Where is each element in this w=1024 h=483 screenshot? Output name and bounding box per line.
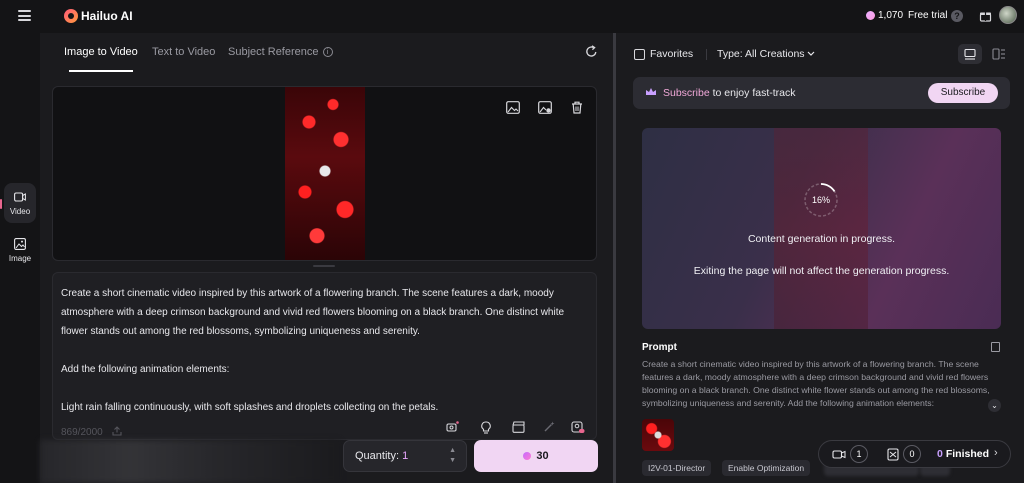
- share-icon[interactable]: [111, 426, 122, 436]
- replace-image-icon[interactable]: [506, 101, 520, 114]
- task-status-bar[interactable]: 1 0 0 Finished ›: [818, 440, 1011, 468]
- list-view-button[interactable]: [958, 44, 982, 64]
- divider: [706, 49, 707, 60]
- clapperboard-icon[interactable]: [512, 421, 525, 433]
- blurred-footer: [40, 440, 340, 483]
- optimization-chip: Enable Optimization: [722, 460, 811, 476]
- banner-rest: to enjoy fast-track: [709, 87, 796, 99]
- video-queue-icon: [832, 450, 846, 459]
- waiting-count: 0: [903, 445, 921, 463]
- generation-preview[interactable]: 16% Content generation in progress. Exit…: [642, 128, 1001, 329]
- preview-image: [774, 128, 868, 329]
- refresh-icon[interactable]: [585, 45, 598, 58]
- subscribe-button[interactable]: Subscribe: [928, 83, 998, 103]
- progress-percent: 16%: [811, 195, 830, 205]
- logo-icon: [64, 9, 78, 23]
- prompt-heading: Prompt: [642, 342, 677, 353]
- edit-image-icon[interactable]: [538, 101, 552, 114]
- prompt-input[interactable]: Create a short cinematic video inspired …: [52, 272, 597, 440]
- gift-icon[interactable]: [979, 9, 992, 22]
- grid-view-icon: [992, 48, 1005, 60]
- favorites-checkbox[interactable]: [634, 49, 645, 60]
- chevron-down-icon: [808, 51, 815, 56]
- sidebar-item-label: Image: [8, 254, 32, 263]
- sidebar-item-label: Video: [9, 207, 31, 216]
- chevron-right-icon[interactable]: ›: [994, 447, 998, 459]
- avatar[interactable]: [999, 6, 1017, 24]
- favorites-label[interactable]: Favorites: [650, 48, 693, 60]
- menu-icon[interactable]: [18, 10, 31, 21]
- char-count: 869/2000: [61, 426, 122, 438]
- free-trial-link[interactable]: Free trial: [908, 10, 947, 21]
- expand-icon[interactable]: ⌄: [988, 399, 1001, 412]
- character-icon[interactable]: [571, 421, 585, 434]
- generate-button[interactable]: 30: [474, 440, 598, 472]
- reference-image-box[interactable]: [52, 86, 597, 261]
- finished-summary: 0 Finished: [937, 448, 989, 460]
- copy-icon[interactable]: [991, 342, 1000, 352]
- magic-wand-icon[interactable]: [543, 421, 555, 433]
- camera-movement-icon[interactable]: [446, 421, 459, 434]
- video-icon: [14, 192, 26, 202]
- progress-note: Exiting the page will not affect the gen…: [693, 265, 950, 277]
- list-view-icon: [964, 48, 976, 60]
- reference-image: [285, 87, 365, 260]
- resize-handle[interactable]: [313, 265, 335, 267]
- type-dropdown[interactable]: Type: All Creations: [717, 48, 815, 60]
- sidebar-item-video[interactable]: Video: [4, 183, 36, 223]
- lightbulb-icon[interactable]: [480, 421, 492, 434]
- active-indicator: [0, 199, 2, 209]
- model-chip: I2V-01-Director: [642, 460, 712, 476]
- char-count-value: 869/2000: [61, 427, 103, 438]
- delete-icon[interactable]: [571, 101, 583, 114]
- generate-cost: 30: [536, 450, 549, 462]
- chevron-down-icon[interactable]: ▼: [449, 457, 456, 464]
- finished-label: Finished: [945, 448, 990, 460]
- credits-icon: [523, 452, 532, 460]
- finished-count: 0: [937, 448, 943, 460]
- quantity-value: 1: [402, 450, 409, 462]
- source-thumbnail[interactable]: [642, 419, 674, 451]
- brand-name: Hailuo AI: [81, 9, 133, 23]
- banner-text: Subscribe to enjoy fast-track: [663, 87, 796, 99]
- prompt-preview: Create a short cinematic video inspired …: [642, 359, 990, 408]
- credits-icon: [866, 11, 875, 20]
- sidebar-item-image[interactable]: Image: [4, 230, 36, 270]
- type-label: Type:: [717, 48, 743, 60]
- quantity-field: Quantity: 1: [355, 450, 408, 462]
- quantity-label: Quantity:: [355, 450, 400, 462]
- credits-count[interactable]: 1,070: [878, 10, 903, 21]
- progress-message: Content generation in progress.: [747, 233, 896, 245]
- prompt-text[interactable]: Create a short cinematic video inspired …: [61, 284, 591, 417]
- tab-label: Subject Reference: [228, 46, 319, 58]
- pending-icon: [887, 448, 899, 461]
- tab-subject-reference[interactable]: Subject Reference i: [228, 46, 333, 58]
- type-value: All Creations: [745, 48, 805, 60]
- subscribe-link[interactable]: Subscribe: [663, 87, 710, 99]
- help-icon[interactable]: ?: [951, 10, 963, 22]
- info-icon[interactable]: i: [322, 47, 333, 57]
- image-icon: [14, 238, 26, 250]
- active-tab-underline: [69, 70, 133, 72]
- quantity-arrows[interactable]: ▲ ▼: [449, 446, 456, 466]
- queued-count: 1: [850, 445, 868, 463]
- crown-icon: [646, 88, 656, 95]
- tab-text-to-video[interactable]: Text to Video: [152, 46, 215, 58]
- grid-view-button[interactable]: [988, 44, 1010, 64]
- quantity-stepper[interactable]: Quantity: 1 ▲ ▼: [343, 440, 467, 472]
- tab-image-to-video[interactable]: Image to Video: [64, 46, 138, 58]
- chevron-up-icon[interactable]: ▲: [449, 447, 456, 454]
